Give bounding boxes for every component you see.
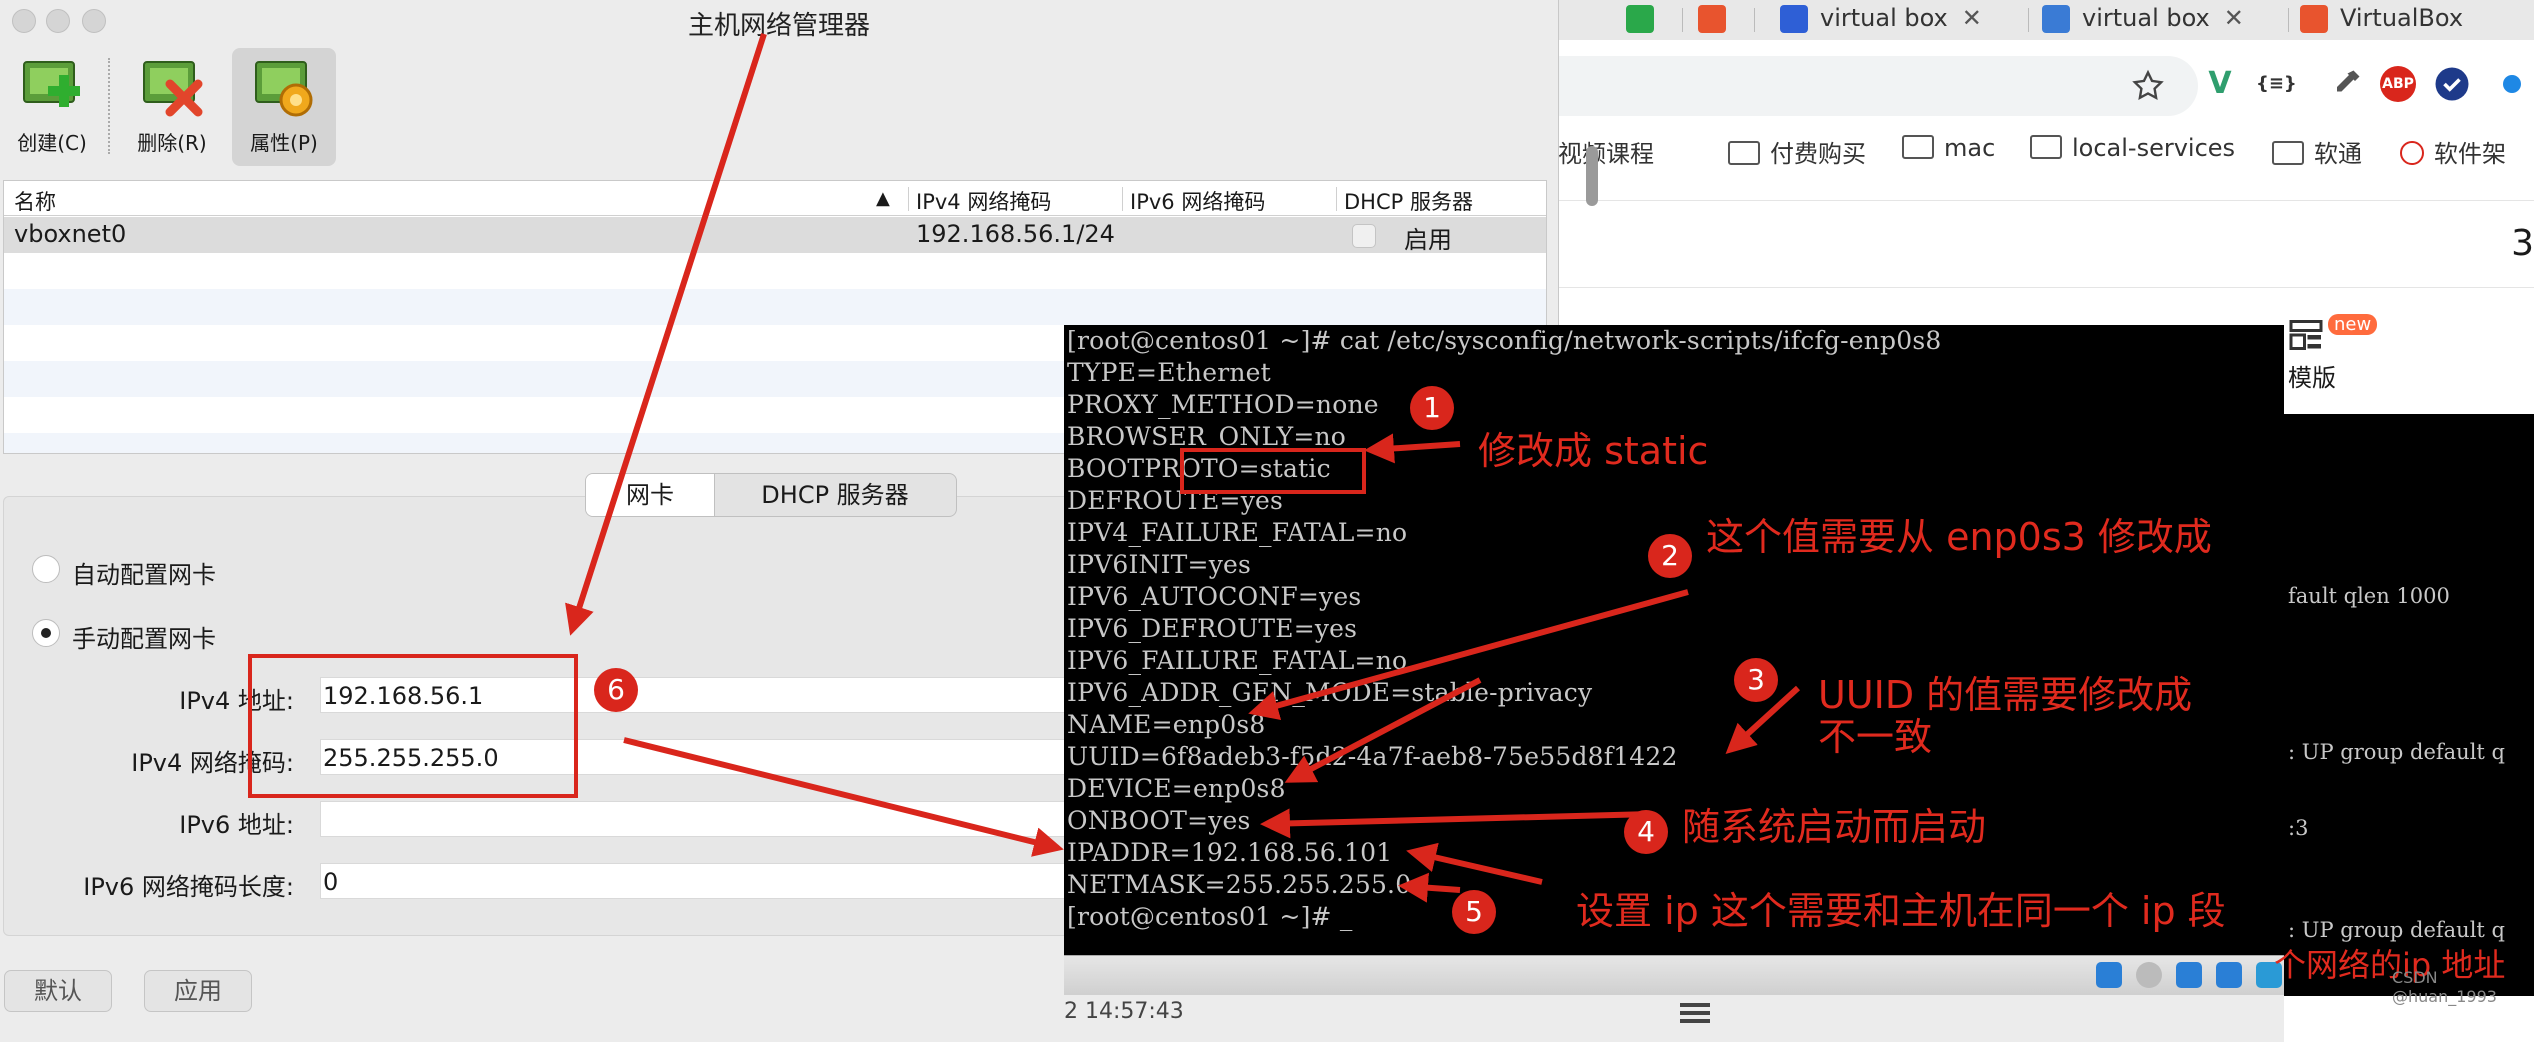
annotation-text: 不一致 — [1818, 715, 1933, 759]
annotation-text: 修改成 static — [1478, 429, 1709, 473]
highlight-box-bootproto — [1180, 448, 1366, 494]
arrow-2a — [1248, 589, 1689, 721]
watermark: CSDN @huan_1993 — [2392, 968, 2497, 1006]
arrow-1 — [1364, 433, 1461, 464]
annotation-text: 设置 ip 这个需要和主机在同一个 ip 段 — [1576, 889, 2226, 933]
annotation-number: 6 — [594, 668, 638, 712]
arrow-6b — [623, 737, 1064, 857]
annotation-number: 4 — [1624, 810, 1668, 854]
arrow-5a — [1406, 842, 1543, 885]
arrow-6 — [565, 33, 767, 636]
arrow-4 — [1260, 808, 1653, 839]
annotation-number: 5 — [1452, 890, 1496, 934]
annotation-text: 这个值需要从 enp0s3 修改成 — [1706, 515, 2212, 559]
highlight-box-ipv4 — [248, 654, 578, 798]
annotation-text: 随系统启动而启动 — [1682, 805, 1987, 849]
arrow-5b — [1398, 872, 1461, 903]
annotation-number: 3 — [1734, 658, 1778, 702]
annotation-number: 1 — [1410, 386, 1454, 430]
annotation-number: 2 — [1648, 534, 1692, 578]
